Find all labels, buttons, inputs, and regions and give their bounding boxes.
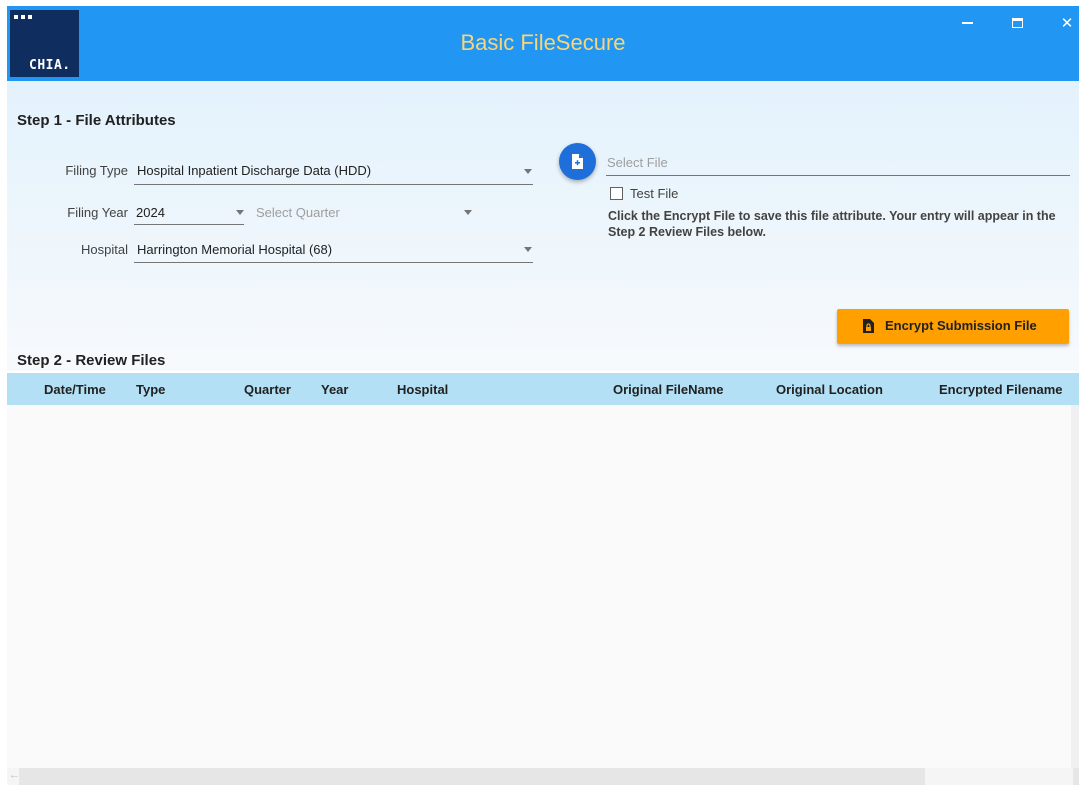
column-header-hospital[interactable]: Hospital: [397, 382, 448, 397]
minimize-button[interactable]: [957, 14, 977, 34]
column-header-year[interactable]: Year: [321, 382, 348, 397]
encrypt-submission-button[interactable]: Encrypt Submission File: [837, 309, 1069, 344]
filing-type-label: Filing Type: [65, 163, 128, 178]
chevron-down-icon: [524, 247, 532, 252]
filing-year-label: Filing Year: [67, 205, 128, 220]
step1-title: Step 1 - File Attributes: [17, 112, 176, 129]
column-header-original-filename[interactable]: Original FileName: [613, 382, 724, 397]
column-header-encrypted-filename[interactable]: Encrypted Filename: [939, 382, 1063, 397]
hospital-value: Harrington Memorial Hospital (68): [137, 242, 333, 257]
logo-text: CHIA.: [29, 58, 71, 73]
column-header-type[interactable]: Type: [136, 382, 165, 397]
filing-year-value: 2024: [136, 205, 165, 220]
maximize-button[interactable]: [1007, 14, 1027, 34]
step2-title: Step 2 - Review Files: [17, 352, 166, 369]
filing-type-value: Hospital Inpatient Discharge Data (HDD): [137, 163, 372, 178]
filing-year-underline: [134, 224, 244, 225]
hospital-label: Hospital: [81, 242, 128, 257]
column-header-datetime[interactable]: Date/Time: [44, 382, 106, 397]
app-title: Basic FileSecure: [460, 30, 626, 55]
chevron-down-icon: [524, 169, 532, 174]
maximize-icon: [1011, 17, 1023, 28]
title-bar: CHIA. Basic FileSecure ✕: [7, 6, 1079, 81]
minimize-icon: [961, 22, 973, 25]
filing-type-underline: [134, 184, 533, 185]
quarter-placeholder: Select Quarter: [256, 205, 340, 220]
horizontal-scrollbar[interactable]: ←: [7, 768, 1079, 785]
test-file-checkbox[interactable]: [610, 187, 623, 200]
close-icon: ✕: [1060, 15, 1074, 32]
hospital-underline: [134, 262, 533, 263]
file-lock-icon: [863, 319, 874, 333]
column-header-original-location[interactable]: Original Location: [776, 382, 883, 397]
select-file-button[interactable]: [559, 143, 596, 180]
file-icon: [572, 154, 583, 169]
encrypt-instructions: Click the Encrypt File to save this file…: [608, 209, 1056, 239]
scrollbar-thumb[interactable]: [19, 768, 925, 785]
select-file-underline: [606, 175, 1070, 176]
encrypt-button-label: Encrypt Submission File: [885, 318, 1037, 333]
scrollbar-corner: [1073, 768, 1079, 785]
review-table-header: Date/Time Type Quarter Year Hospital Ori…: [7, 373, 1079, 405]
select-file-placeholder: Select File: [607, 155, 668, 170]
vertical-scrollbar-track: [1071, 405, 1079, 768]
close-button[interactable]: ✕: [1057, 14, 1077, 34]
test-file-label: Test File: [630, 186, 679, 201]
review-table-body: [7, 405, 1079, 768]
chevron-down-icon: [464, 210, 472, 215]
chevron-down-icon: [236, 210, 244, 215]
column-header-quarter[interactable]: Quarter: [244, 382, 291, 397]
